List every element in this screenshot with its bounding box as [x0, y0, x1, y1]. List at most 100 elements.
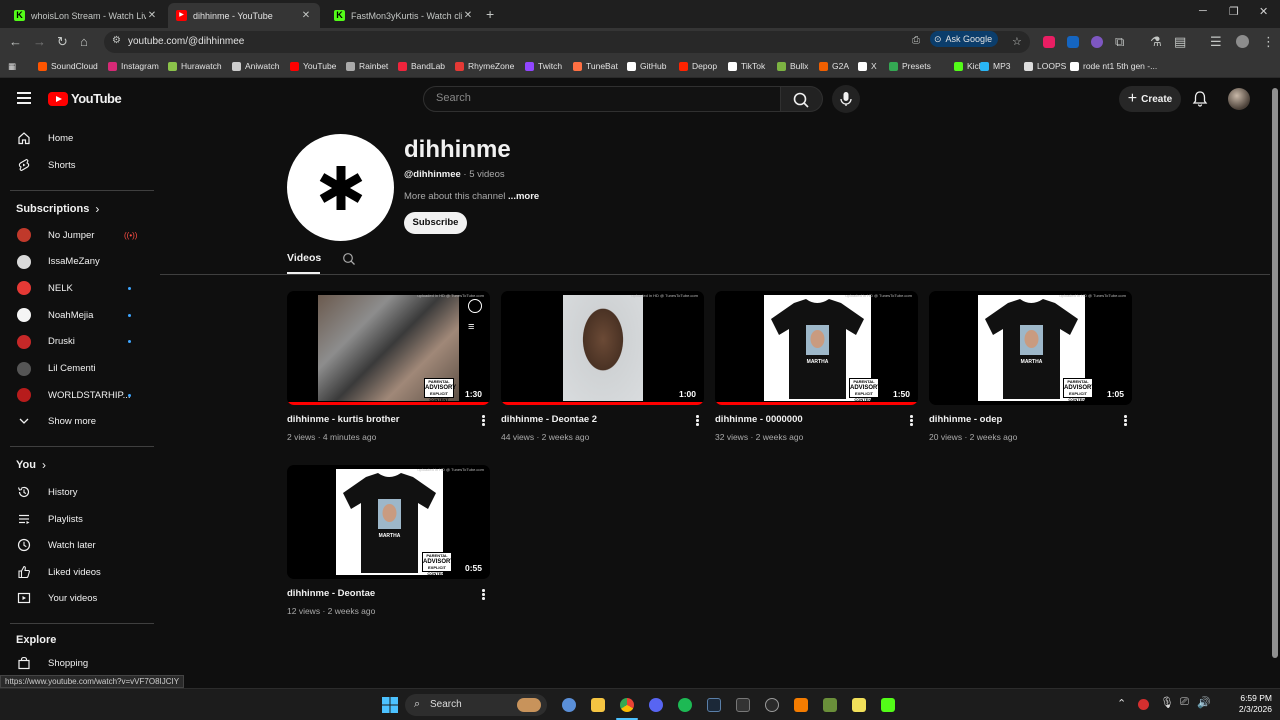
extension-icon[interactable] [1067, 36, 1079, 48]
video-title[interactable]: dihhinme - Deontae [287, 588, 473, 599]
sidebar-item-subscription[interactable]: NoahMejia [0, 302, 154, 328]
network-icon[interactable]: ⎚ [1180, 696, 1189, 709]
close-icon[interactable]: ✕ [300, 10, 312, 21]
extension-icon[interactable] [1043, 36, 1055, 48]
video-menu-kebab-icon[interactable] [1124, 415, 1128, 427]
sidebar-item-liked-videos[interactable]: Liked videos [0, 559, 154, 585]
create-button[interactable]: + Create [1119, 86, 1181, 112]
youtube-logo[interactable]: YouTube [48, 91, 122, 106]
bookmark-star-icon[interactable]: ☆ [1012, 35, 1022, 48]
app-icon[interactable] [852, 698, 866, 712]
file-explorer-icon[interactable] [591, 698, 605, 712]
notifications-bell-icon[interactable] [1192, 90, 1208, 107]
bookmark-item[interactable]: SoundCloud [38, 61, 98, 71]
sidebar-item-subscription[interactable]: IssaMeZany [0, 249, 154, 275]
video-menu-kebab-icon[interactable] [696, 415, 700, 427]
video-thumbnail[interactable]: uploaded in HD @ TunesToTube.com 1:00 [501, 291, 704, 405]
sidebar-item-subscription[interactable]: WORLDSTARHIP... [0, 382, 154, 408]
app-icon[interactable] [765, 698, 779, 712]
close-icon[interactable]: ✕ [462, 10, 474, 21]
window-close-icon[interactable]: ✕ [1259, 5, 1268, 18]
chrome-icon[interactable] [620, 698, 634, 712]
site-info-icon[interactable]: ⚙ [112, 35, 121, 46]
bookmark-item[interactable]: Depop [679, 61, 717, 71]
browser-tab[interactable]: K FastMon3yKurtis - Watch clips o ✕ [326, 3, 482, 28]
discord-icon[interactable] [649, 698, 663, 712]
sidebar-item-playlists[interactable]: Playlists [0, 506, 154, 532]
bookmark-item[interactable]: MP3 [980, 61, 1010, 71]
video-menu-kebab-icon[interactable] [482, 415, 486, 427]
bookmark-item[interactable]: Rainbet [346, 61, 388, 71]
sidebar-item-history[interactable]: History [0, 479, 154, 505]
spotify-icon[interactable] [678, 698, 692, 712]
watch-later-icon[interactable] [468, 299, 482, 313]
sidebar-item-watch-later[interactable]: Watch later [0, 532, 154, 558]
add-to-queue-icon[interactable]: ≡ [468, 321, 474, 333]
channel-about[interactable]: More about this channel ...more [404, 191, 539, 202]
video-title[interactable]: dihhinme - Deontae 2 [501, 414, 687, 425]
close-icon[interactable]: ✕ [146, 10, 158, 21]
voice-search-button[interactable] [832, 85, 860, 113]
fl-studio-icon[interactable] [794, 698, 808, 712]
channel-search-icon[interactable] [342, 252, 356, 266]
sidebar-item-shopping[interactable]: Shopping [0, 650, 154, 676]
address-bar[interactable]: ⚙ youtube.com/@dihhinmee ⎙ ☆ [104, 31, 1030, 53]
bookmark-item[interactable]: Twitch [525, 61, 562, 71]
video-title[interactable]: dihhinme - kurtis brother [287, 414, 473, 425]
volume-icon[interactable]: 🔊 [1197, 696, 1211, 709]
restore-icon[interactable]: ❐ [1229, 5, 1239, 18]
you-heading[interactable]: You › [16, 458, 46, 472]
kick-icon[interactable] [881, 698, 895, 712]
video-title[interactable]: dihhinme - odep [929, 414, 1115, 425]
ask-google-button[interactable]: ⊙ Ask Google [930, 31, 999, 47]
menu-hamburger-icon[interactable] [17, 92, 31, 107]
account-avatar[interactable] [1228, 88, 1250, 110]
microphone-icon[interactable]: 🎙 [1160, 696, 1174, 709]
show-more-button[interactable]: Show more [0, 408, 154, 434]
tab-videos[interactable]: Videos [287, 252, 321, 264]
bookmark-item[interactable]: Hurawatch [168, 61, 222, 71]
bookmark-item[interactable]: Presets [889, 61, 931, 71]
video-menu-kebab-icon[interactable] [910, 415, 914, 427]
bookmark-item[interactable]: BandLab [398, 61, 445, 71]
epic-games-icon[interactable] [736, 698, 750, 712]
flask-icon[interactable]: ⚗ [1150, 34, 1162, 50]
subscribe-button[interactable]: Subscribe [404, 212, 467, 234]
reading-list-icon[interactable]: ☰ [1210, 34, 1222, 50]
bookmark-item[interactable]: TuneBat [573, 61, 618, 71]
sidebar-item-subscription[interactable]: NELK [0, 275, 154, 301]
bookmark-item[interactable]: G2A [819, 61, 849, 71]
chevron-up-icon[interactable]: ⌃ [1117, 697, 1126, 710]
reload-icon[interactable]: ↻ [57, 34, 68, 50]
sidebar-item-shorts[interactable]: Shorts [0, 152, 154, 178]
bookmark-item[interactable]: GitHub [627, 61, 666, 71]
profile-avatar[interactable] [1236, 35, 1249, 48]
install-app-icon[interactable]: ⎙ [912, 35, 920, 46]
sidebar-item-subscription[interactable]: Lil Cementi [0, 356, 154, 382]
windows-start-icon[interactable] [382, 697, 398, 713]
apps-grid-icon[interactable]: ▦ [8, 61, 16, 72]
taskbar-search[interactable]: ⌕ Search [405, 694, 547, 716]
bookmark-item[interactable]: X [858, 61, 877, 71]
minimize-icon[interactable]: ─ [1199, 5, 1207, 17]
taskbar-clock[interactable]: 6:59 PM 2/3/2026 [1220, 693, 1272, 715]
bookmark-item[interactable]: Instagram [108, 61, 159, 71]
sidebar-item-subscription[interactable]: No Jumper ((•)) [0, 222, 154, 248]
home-icon[interactable]: ⌂ [80, 34, 88, 49]
browser-tab-active[interactable]: ▶ dihhinme - YouTube ✕ [168, 3, 320, 28]
bookmark-item[interactable]: Aniwatch [232, 61, 280, 71]
menu-kebab-icon[interactable]: ⋮ [1262, 34, 1275, 50]
scrollbar-thumb[interactable] [1272, 88, 1278, 658]
tab-search-icon[interactable]: ▤ [1174, 34, 1186, 50]
video-thumbnail[interactable]: PARENTAL ADVISORY EXPLICIT CONTENT ≡ uploade… [287, 291, 490, 405]
browser-tab[interactable]: K whoisLon Stream - Watch Live o ✕ [6, 3, 166, 28]
subscriptions-heading[interactable]: Subscriptions › [16, 202, 99, 216]
about-more-link[interactable]: ...more [508, 191, 539, 202]
search-button[interactable] [781, 86, 823, 112]
tray-app-icon[interactable] [1138, 699, 1149, 710]
bookmark-item[interactable]: rode nt1 5th gen -... [1070, 61, 1157, 71]
sidebar-item-home[interactable]: Home [0, 125, 154, 151]
video-title[interactable]: dihhinme - 0000000 [715, 414, 901, 425]
app-icon[interactable] [823, 698, 837, 712]
video-thumbnail[interactable]: MARTHA PARENTAL ADVISORY EXPLICIT CONTENT up… [929, 291, 1132, 405]
